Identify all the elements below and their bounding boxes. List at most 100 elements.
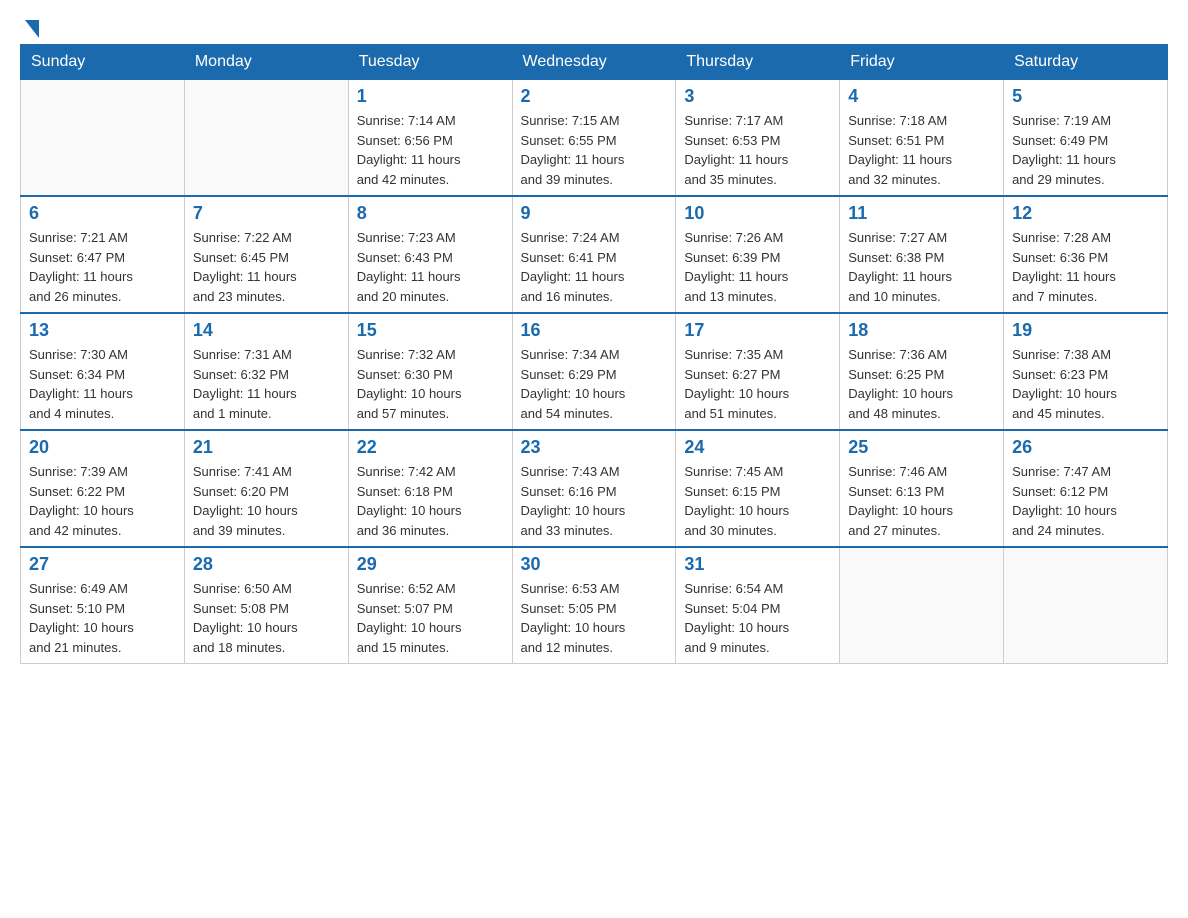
day-info: Sunrise: 7:19 AMSunset: 6:49 PMDaylight:… xyxy=(1012,111,1159,189)
day-info: Sunrise: 7:30 AMSunset: 6:34 PMDaylight:… xyxy=(29,345,176,423)
day-number: 7 xyxy=(193,203,340,224)
day-number: 11 xyxy=(848,203,995,224)
calendar-cell: 13Sunrise: 7:30 AMSunset: 6:34 PMDayligh… xyxy=(21,313,185,430)
calendar-cell: 23 Sunrise: 7:43 AMSunset: 6:16 PMDayligh… xyxy=(512,430,676,547)
calendar-cell: 12 Sunrise: 7:28 AMSunset: 6:36 PMDayligh… xyxy=(1004,196,1168,313)
calendar-cell: 22 Sunrise: 7:42 AMSunset: 6:18 PMDayligh… xyxy=(348,430,512,547)
calendar-cell: 10 Sunrise: 7:26 AMSunset: 6:39 PMDayligh… xyxy=(676,196,840,313)
calendar-cell xyxy=(840,547,1004,664)
calendar-cell: 9 Sunrise: 7:24 AMSunset: 6:41 PMDaylight… xyxy=(512,196,676,313)
day-number: 20 xyxy=(29,437,176,458)
calendar-cell: 29Sunrise: 6:52 AMSunset: 5:07 PMDayligh… xyxy=(348,547,512,664)
day-info: Sunrise: 7:23 AMSunset: 6:43 PMDaylight:… xyxy=(357,228,504,306)
calendar-cell xyxy=(21,80,185,197)
day-info: Sunrise: 7:15 AMSunset: 6:55 PMDaylight:… xyxy=(521,111,668,189)
calendar-cell: 14Sunrise: 7:31 AMSunset: 6:32 PMDayligh… xyxy=(184,313,348,430)
calendar-cell: 16 Sunrise: 7:34 AMSunset: 6:29 PMDayligh… xyxy=(512,313,676,430)
calendar-day-header: Tuesday xyxy=(348,45,512,80)
calendar-day-header: Sunday xyxy=(21,45,185,80)
calendar-cell: 8 Sunrise: 7:23 AMSunset: 6:43 PMDaylight… xyxy=(348,196,512,313)
calendar-cell: 5 Sunrise: 7:19 AMSunset: 6:49 PMDaylight… xyxy=(1004,80,1168,197)
day-number: 12 xyxy=(1012,203,1159,224)
day-number: 2 xyxy=(521,86,668,107)
day-number: 22 xyxy=(357,437,504,458)
day-info: Sunrise: 7:26 AMSunset: 6:39 PMDaylight:… xyxy=(684,228,831,306)
day-number: 31 xyxy=(684,554,831,575)
day-number: 18 xyxy=(848,320,995,341)
page-header xyxy=(20,20,1168,34)
calendar-cell: 7 Sunrise: 7:22 AMSunset: 6:45 PMDaylight… xyxy=(184,196,348,313)
day-number: 3 xyxy=(684,86,831,107)
day-number: 6 xyxy=(29,203,176,224)
day-info: Sunrise: 7:14 AMSunset: 6:56 PMDaylight:… xyxy=(357,111,504,189)
day-info: Sunrise: 7:43 AMSunset: 6:16 PMDaylight:… xyxy=(521,462,668,540)
calendar-cell xyxy=(184,80,348,197)
day-number: 19 xyxy=(1012,320,1159,341)
calendar-cell: 31 Sunrise: 6:54 AMSunset: 5:04 PMDayligh… xyxy=(676,547,840,664)
day-number: 8 xyxy=(357,203,504,224)
calendar-day-header: Thursday xyxy=(676,45,840,80)
day-number: 27 xyxy=(29,554,176,575)
day-number: 30 xyxy=(521,554,668,575)
calendar-cell: 2 Sunrise: 7:15 AMSunset: 6:55 PMDaylight… xyxy=(512,80,676,197)
calendar-day-header: Saturday xyxy=(1004,45,1168,80)
calendar-cell: 28 Sunrise: 6:50 AMSunset: 5:08 PMDayligh… xyxy=(184,547,348,664)
day-info: Sunrise: 7:35 AMSunset: 6:27 PMDaylight:… xyxy=(684,345,831,423)
logo-arrow-icon xyxy=(25,20,39,38)
day-number: 9 xyxy=(521,203,668,224)
calendar-week-row: 20 Sunrise: 7:39 AMSunset: 6:22 PMDayligh… xyxy=(21,430,1168,547)
day-info: Sunrise: 7:36 AMSunset: 6:25 PMDaylight:… xyxy=(848,345,995,423)
day-info: Sunrise: 6:49 AMSunset: 5:10 PMDaylight:… xyxy=(29,579,176,657)
calendar-cell: 4 Sunrise: 7:18 AMSunset: 6:51 PMDaylight… xyxy=(840,80,1004,197)
day-info: Sunrise: 7:27 AMSunset: 6:38 PMDaylight:… xyxy=(848,228,995,306)
calendar-day-header: Monday xyxy=(184,45,348,80)
day-info: Sunrise: 7:41 AMSunset: 6:20 PMDaylight:… xyxy=(193,462,340,540)
day-info: Sunrise: 7:42 AMSunset: 6:18 PMDaylight:… xyxy=(357,462,504,540)
calendar-cell: 21 Sunrise: 7:41 AMSunset: 6:20 PMDayligh… xyxy=(184,430,348,547)
day-number: 5 xyxy=(1012,86,1159,107)
day-info: Sunrise: 7:28 AMSunset: 6:36 PMDaylight:… xyxy=(1012,228,1159,306)
day-number: 21 xyxy=(193,437,340,458)
day-number: 15 xyxy=(357,320,504,341)
day-number: 10 xyxy=(684,203,831,224)
day-info: Sunrise: 6:54 AMSunset: 5:04 PMDaylight:… xyxy=(684,579,831,657)
calendar-cell: 6 Sunrise: 7:21 AMSunset: 6:47 PMDaylight… xyxy=(21,196,185,313)
day-info: Sunrise: 7:22 AMSunset: 6:45 PMDaylight:… xyxy=(193,228,340,306)
day-number: 26 xyxy=(1012,437,1159,458)
calendar-cell: 11 Sunrise: 7:27 AMSunset: 6:38 PMDayligh… xyxy=(840,196,1004,313)
calendar-cell: 17 Sunrise: 7:35 AMSunset: 6:27 PMDayligh… xyxy=(676,313,840,430)
day-info: Sunrise: 6:50 AMSunset: 5:08 PMDaylight:… xyxy=(193,579,340,657)
logo xyxy=(20,20,39,34)
day-info: Sunrise: 7:34 AMSunset: 6:29 PMDaylight:… xyxy=(521,345,668,423)
calendar-cell: 27 Sunrise: 6:49 AMSunset: 5:10 PMDayligh… xyxy=(21,547,185,664)
day-info: Sunrise: 7:31 AMSunset: 6:32 PMDaylight:… xyxy=(193,345,340,423)
calendar-week-row: 27 Sunrise: 6:49 AMSunset: 5:10 PMDayligh… xyxy=(21,547,1168,664)
day-info: Sunrise: 7:38 AMSunset: 6:23 PMDaylight:… xyxy=(1012,345,1159,423)
calendar-cell: 3Sunrise: 7:17 AMSunset: 6:53 PMDaylight… xyxy=(676,80,840,197)
calendar-week-row: 13Sunrise: 7:30 AMSunset: 6:34 PMDayligh… xyxy=(21,313,1168,430)
day-info: Sunrise: 7:21 AMSunset: 6:47 PMDaylight:… xyxy=(29,228,176,306)
calendar-cell: 30Sunrise: 6:53 AMSunset: 5:05 PMDayligh… xyxy=(512,547,676,664)
day-info: Sunrise: 7:39 AMSunset: 6:22 PMDaylight:… xyxy=(29,462,176,540)
calendar-week-row: 1Sunrise: 7:14 AMSunset: 6:56 PMDaylight… xyxy=(21,80,1168,197)
calendar-cell: 1Sunrise: 7:14 AMSunset: 6:56 PMDaylight… xyxy=(348,80,512,197)
day-number: 25 xyxy=(848,437,995,458)
day-info: Sunrise: 7:18 AMSunset: 6:51 PMDaylight:… xyxy=(848,111,995,189)
day-info: Sunrise: 7:24 AMSunset: 6:41 PMDaylight:… xyxy=(521,228,668,306)
day-info: Sunrise: 7:46 AMSunset: 6:13 PMDaylight:… xyxy=(848,462,995,540)
calendar-week-row: 6 Sunrise: 7:21 AMSunset: 6:47 PMDaylight… xyxy=(21,196,1168,313)
day-info: Sunrise: 7:45 AMSunset: 6:15 PMDaylight:… xyxy=(684,462,831,540)
day-number: 23 xyxy=(521,437,668,458)
calendar-day-header: Wednesday xyxy=(512,45,676,80)
day-number: 4 xyxy=(848,86,995,107)
calendar-table: SundayMondayTuesdayWednesdayThursdayFrid… xyxy=(20,44,1168,664)
calendar-cell: 25 Sunrise: 7:46 AMSunset: 6:13 PMDayligh… xyxy=(840,430,1004,547)
calendar-day-header: Friday xyxy=(840,45,1004,80)
day-number: 17 xyxy=(684,320,831,341)
day-info: Sunrise: 7:47 AMSunset: 6:12 PMDaylight:… xyxy=(1012,462,1159,540)
calendar-cell: 24Sunrise: 7:45 AMSunset: 6:15 PMDayligh… xyxy=(676,430,840,547)
day-number: 16 xyxy=(521,320,668,341)
calendar-cell: 19 Sunrise: 7:38 AMSunset: 6:23 PMDayligh… xyxy=(1004,313,1168,430)
calendar-cell: 20 Sunrise: 7:39 AMSunset: 6:22 PMDayligh… xyxy=(21,430,185,547)
day-number: 28 xyxy=(193,554,340,575)
